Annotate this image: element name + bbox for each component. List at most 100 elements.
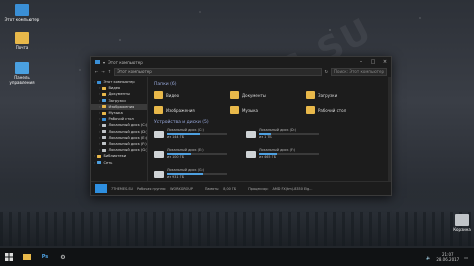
desktop-icon[interactable]: Почта bbox=[4, 32, 40, 50]
folder-label: Рабочий стол bbox=[318, 107, 347, 113]
clock[interactable]: 21:07 28.06.2017 bbox=[436, 252, 459, 262]
chevron-right-icon[interactable]: › bbox=[94, 80, 95, 84]
settings-taskbar-button[interactable]: ⚙ bbox=[54, 248, 72, 266]
folders-header[interactable]: Папки (6) bbox=[154, 82, 385, 87]
system-tray: 🔈 21:07 28.06.2017 ▭ bbox=[426, 252, 474, 262]
folder-icon bbox=[154, 106, 163, 114]
nav-item-icon bbox=[97, 80, 102, 84]
folder-icon bbox=[23, 254, 31, 260]
forward-icon[interactable]: → bbox=[101, 69, 104, 74]
desktop-icon[interactable]: Корзина bbox=[444, 214, 474, 232]
status-name: 7THEMES-SU bbox=[111, 186, 133, 191]
nav-item-icon bbox=[102, 92, 107, 96]
hard-drive-icon bbox=[246, 131, 256, 138]
content-pane: Папки (6) Видео Документы Загрузки Изображе… bbox=[148, 77, 391, 182]
photoshop-taskbar-button[interactable]: Ps bbox=[36, 248, 54, 266]
nav-item-icon bbox=[102, 123, 107, 127]
hard-drive-icon bbox=[154, 171, 164, 178]
hard-drive-icon bbox=[154, 131, 164, 138]
explorer-window[interactable]: ▾ Этот компьютер – □ × ← → ↑ Этот компью… bbox=[90, 56, 392, 196]
chevron-right-icon[interactable]: › bbox=[94, 161, 95, 165]
back-icon[interactable]: ← bbox=[95, 69, 98, 74]
desktop-icon-image bbox=[15, 32, 29, 44]
drive-free-space: из 100 ГБ bbox=[167, 155, 185, 160]
chevron-right-icon[interactable]: › bbox=[99, 130, 100, 134]
explorer-body: › Этот компьютер › Видео › Документы › Загрузки… bbox=[91, 77, 391, 182]
explorer-taskbar-button[interactable] bbox=[18, 248, 36, 266]
nav-item-label: Локальный диск (F:) bbox=[108, 141, 147, 146]
chevron-right-icon[interactable]: › bbox=[99, 99, 100, 103]
address-text: Этот компьютер bbox=[117, 69, 152, 74]
folder-item[interactable]: Музыка bbox=[230, 105, 306, 115]
title-bar[interactable]: ▾ Этот компьютер – □ × bbox=[91, 57, 391, 67]
folder-label: Документы bbox=[242, 92, 266, 98]
drive-item[interactable]: Локальный диск (F:) из 465 ГБ bbox=[246, 148, 338, 164]
drive-item[interactable]: Локальный диск (E:) из 100 ГБ bbox=[154, 148, 246, 164]
drives-header[interactable]: Устройства и диски (5) bbox=[154, 120, 385, 125]
up-icon[interactable]: ↑ bbox=[108, 69, 111, 74]
chevron-right-icon[interactable]: › bbox=[99, 105, 100, 109]
address-bar[interactable]: Этот компьютер bbox=[114, 67, 322, 76]
folder-item[interactable]: Документы bbox=[230, 90, 306, 100]
chevron-right-icon[interactable]: › bbox=[99, 86, 100, 90]
nav-item-label: Локальный диск (G:) bbox=[108, 148, 148, 153]
chevron-right-icon[interactable]: › bbox=[99, 148, 100, 152]
drive-free-space: из 144 ГБ bbox=[167, 135, 185, 140]
start-button[interactable] bbox=[0, 248, 18, 266]
nav-item-label: Видео bbox=[108, 86, 121, 91]
nav-item-icon bbox=[102, 148, 107, 152]
chevron-right-icon[interactable]: › bbox=[99, 92, 100, 96]
chevron-right-icon[interactable]: › bbox=[99, 117, 100, 121]
folder-label: Загрузки bbox=[318, 92, 338, 98]
drive-name: Локальный диск (F:) bbox=[259, 148, 296, 152]
volume-icon[interactable]: 🔈 bbox=[426, 255, 431, 260]
computer-icon bbox=[95, 184, 107, 193]
scrollbar[interactable] bbox=[388, 77, 391, 182]
nav-item-icon bbox=[102, 99, 107, 103]
search-input[interactable]: Поиск: Этот компьютер bbox=[331, 67, 387, 76]
status-cpu: AMD FX(tm)-8350 Eig... bbox=[272, 186, 313, 191]
folder-icon bbox=[306, 106, 315, 114]
drive-item[interactable]: Локальный диск (D:) из 1 ТБ bbox=[246, 128, 338, 144]
chevron-right-icon[interactable]: › bbox=[99, 111, 100, 115]
notifications-icon[interactable]: ▭ bbox=[464, 255, 468, 260]
clock-date: 28.06.2017 bbox=[436, 257, 460, 262]
folder-icon bbox=[154, 91, 163, 99]
drive-name: Локальный диск (E:) bbox=[167, 148, 204, 152]
desktop-icon-label: Этот компьютер bbox=[4, 17, 40, 22]
drive-info: Локальный диск (F:) из 465 ГБ bbox=[259, 148, 319, 164]
nav-item[interactable]: › Сеть bbox=[91, 159, 147, 165]
nav-item-icon bbox=[102, 86, 107, 90]
hard-drive-icon bbox=[154, 151, 164, 158]
drive-item[interactable]: Локальный диск (C:) из 144 ГБ bbox=[154, 128, 246, 144]
drive-name: Локальный диск (C:) bbox=[167, 128, 204, 132]
quick-access-icon[interactable]: ▾ bbox=[103, 60, 105, 65]
nav-item-label: Музыка bbox=[108, 111, 123, 116]
status-memory-label: Память: bbox=[204, 186, 220, 191]
chevron-right-icon[interactable]: › bbox=[99, 136, 100, 140]
minimize-icon[interactable]: – bbox=[355, 59, 367, 65]
nav-item-icon bbox=[102, 136, 107, 140]
desktop-icon[interactable]: Этот компьютер bbox=[4, 4, 40, 22]
pc-icon bbox=[95, 60, 100, 64]
nav-item-label: Локальный диск (D:) bbox=[108, 129, 148, 134]
drive-name: Локальный диск (D:) bbox=[259, 128, 297, 132]
folder-item[interactable]: Рабочий стол bbox=[306, 105, 382, 115]
nav-item-icon bbox=[97, 161, 102, 165]
chevron-right-icon[interactable]: › bbox=[99, 142, 100, 146]
drive-free-space: из 1 ТБ bbox=[259, 135, 272, 140]
search-placeholder: Поиск: Этот компьютер bbox=[334, 69, 385, 74]
close-icon[interactable]: × bbox=[379, 59, 391, 65]
nav-item-label: Сеть bbox=[103, 160, 113, 165]
status-cpu-label: Процессор: bbox=[248, 186, 269, 191]
desktop-icon[interactable]: Панель управления bbox=[4, 62, 40, 85]
nav-item-label: Изображения bbox=[108, 104, 135, 109]
folder-item[interactable]: Изображения bbox=[154, 105, 230, 115]
maximize-icon[interactable]: □ bbox=[367, 59, 379, 65]
refresh-icon[interactable]: ↻ bbox=[325, 69, 328, 74]
chevron-right-icon[interactable]: › bbox=[94, 154, 95, 158]
chevron-right-icon[interactable]: › bbox=[99, 123, 100, 127]
navigation-pane[interactable]: › Этот компьютер › Видео › Документы › Загрузки… bbox=[91, 77, 148, 182]
folder-item[interactable]: Видео bbox=[154, 90, 230, 100]
folder-item[interactable]: Загрузки bbox=[306, 90, 382, 100]
